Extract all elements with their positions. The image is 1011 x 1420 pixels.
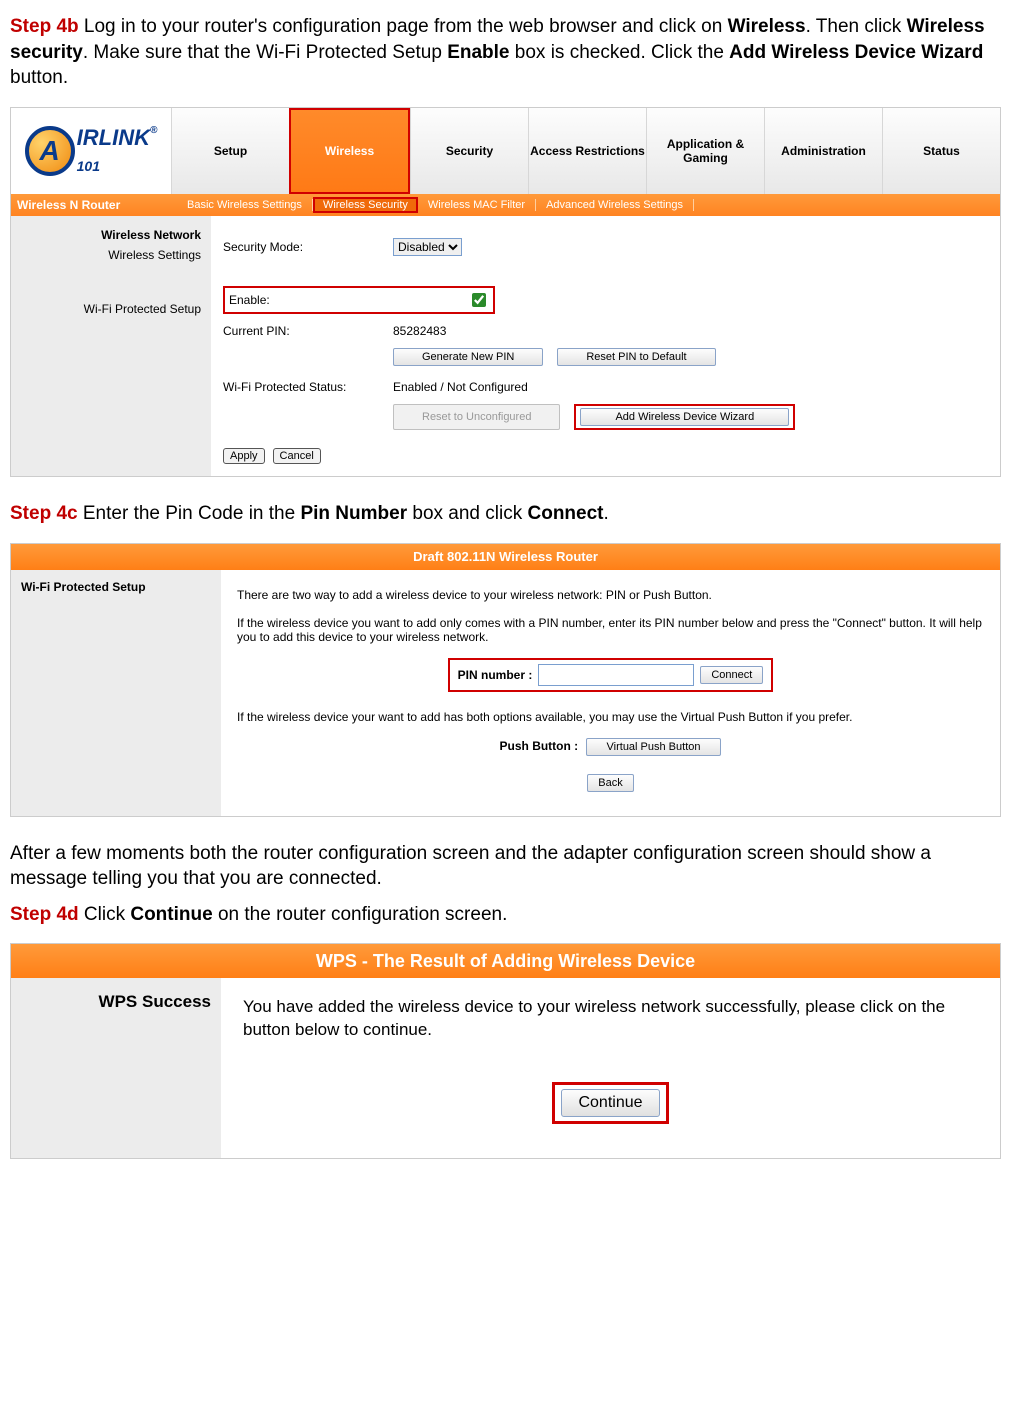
step4b-instruction: Step 4b Log in to your router's configur… xyxy=(10,14,1001,91)
router-wps-pin-screenshot: Draft 802.11N Wireless Router Wi-Fi Prot… xyxy=(10,543,1001,817)
shot2-side-title: Wi-Fi Protected Setup xyxy=(11,570,221,816)
step4d-label: Step 4d xyxy=(10,904,79,925)
enable-checkbox[interactable] xyxy=(472,293,486,307)
shot3-header: WPS - The Result of Adding Wireless Devi… xyxy=(11,944,1000,978)
main-tabs: Setup Wireless Security Access Restricti… xyxy=(171,108,1000,194)
step4c-instruction: Step 4c Enter the Pin Code in the Pin Nu… xyxy=(10,501,1001,527)
pin-number-input[interactable] xyxy=(538,664,694,686)
side-wireless-network: Wireless Network xyxy=(21,228,201,242)
back-button[interactable]: Back xyxy=(587,774,633,792)
enable-label: Enable: xyxy=(229,293,270,307)
shot2-p2: If the wireless device you want to add o… xyxy=(237,616,984,644)
wps-success-label: WPS Success xyxy=(11,978,221,1158)
add-wireless-device-wizard-button[interactable]: Add Wireless Device Wizard xyxy=(580,408,789,426)
logo-a-icon: A xyxy=(25,126,75,176)
router-wps-success-screenshot: WPS - The Result of Adding Wireless Devi… xyxy=(10,943,1001,1159)
security-mode-label: Security Mode: xyxy=(223,240,393,254)
subtab-wireless-security[interactable]: Wireless Security xyxy=(313,197,418,213)
pin-highlight: PIN number : Connect xyxy=(448,658,774,692)
continue-button[interactable]: Continue xyxy=(561,1089,659,1117)
shot2-p1: There are two way to add a wireless devi… xyxy=(237,588,984,602)
security-mode-select[interactable]: Disabled xyxy=(393,238,462,256)
subtab-mac-filter[interactable]: Wireless MAC Filter xyxy=(418,199,536,211)
side-wireless-settings[interactable]: Wireless Settings xyxy=(21,248,201,262)
shot2-header: Draft 802.11N Wireless Router xyxy=(11,544,1000,570)
wps-status-label: Wi-Fi Protected Status: xyxy=(223,380,393,394)
connected-note: After a few moments both the router conf… xyxy=(10,841,1001,892)
router-wireless-security-screenshot: A IRLINK®101 Setup Wireless Security Acc… xyxy=(10,107,1001,477)
tab-wireless[interactable]: Wireless xyxy=(289,108,410,194)
tab-app-gaming[interactable]: Application & Gaming xyxy=(646,108,764,194)
wps-success-message: You have added the wireless device to yo… xyxy=(243,996,978,1042)
connect-button[interactable]: Connect xyxy=(700,666,763,684)
step4d-instruction: Step 4d Click Continue on the router con… xyxy=(10,902,1001,928)
continue-highlight: Continue xyxy=(552,1082,668,1124)
reset-pin-default-button[interactable]: Reset PIN to Default xyxy=(557,348,715,366)
step4b-label: Step 4b xyxy=(10,16,79,37)
current-pin-value: 85282483 xyxy=(393,324,446,338)
add-wizard-highlight: Add Wireless Device Wizard xyxy=(574,404,795,430)
wps-status-value: Enabled / Not Configured xyxy=(393,380,528,394)
shot2-p3: If the wireless device your want to add … xyxy=(237,710,984,724)
tab-access-restrictions[interactable]: Access Restrictions xyxy=(528,108,646,194)
airlink-logo: A IRLINK®101 xyxy=(11,108,171,194)
cancel-button[interactable]: Cancel xyxy=(273,448,321,464)
reset-unconfigured-button[interactable]: Reset to Unconfigured xyxy=(393,404,560,430)
side-wps[interactable]: Wi-Fi Protected Setup xyxy=(21,302,201,316)
generate-new-pin-button[interactable]: Generate New PIN xyxy=(393,348,543,366)
pin-number-label: PIN number : xyxy=(458,668,533,682)
virtual-push-button[interactable]: Virtual Push Button xyxy=(586,738,722,756)
enable-highlight: Enable: xyxy=(223,286,495,314)
apply-button[interactable]: Apply xyxy=(223,448,265,464)
tab-status[interactable]: Status xyxy=(882,108,1000,194)
tab-security[interactable]: Security xyxy=(410,108,528,194)
subtab-basic-wireless[interactable]: Basic Wireless Settings xyxy=(177,199,313,211)
tab-administration[interactable]: Administration xyxy=(764,108,882,194)
current-pin-label: Current PIN: xyxy=(223,324,393,338)
subtab-advanced-wireless[interactable]: Advanced Wireless Settings xyxy=(536,199,694,211)
step4c-label: Step 4c xyxy=(10,503,78,524)
push-button-label: Push Button : xyxy=(500,739,579,753)
tab-setup[interactable]: Setup xyxy=(171,108,289,194)
model-label: Wireless N Router xyxy=(11,198,177,212)
